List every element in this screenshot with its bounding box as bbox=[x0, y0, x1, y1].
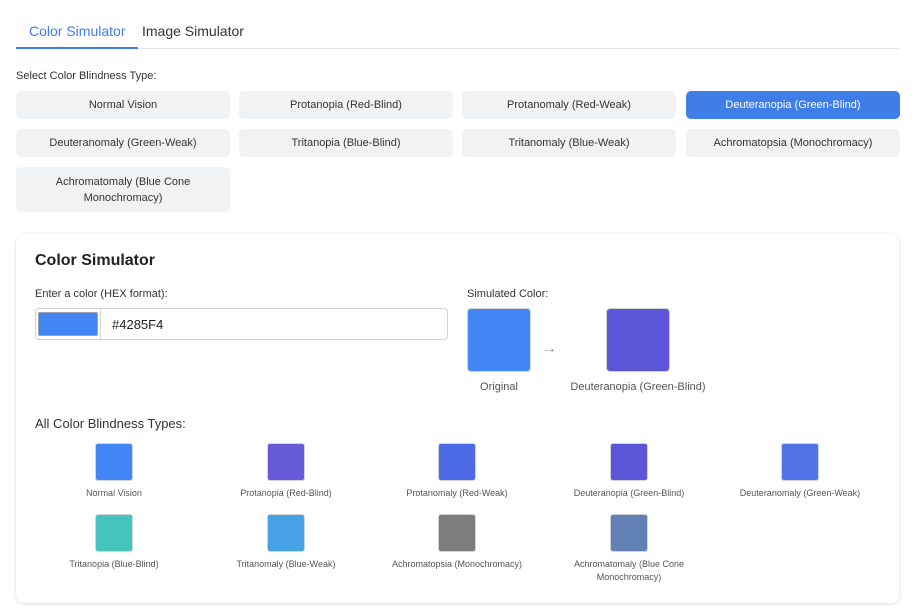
type-preview-normal-vision: Normal Vision bbox=[24, 443, 204, 500]
original-color-swatch bbox=[467, 308, 531, 372]
simulated-color-label: Simulated Color: bbox=[467, 288, 549, 300]
type-button-tritanopia[interactable]: Tritanopia (Blue-Blind) bbox=[239, 129, 453, 157]
type-preview-tritanomaly: Tritanomaly (Blue-Weak) bbox=[196, 514, 376, 571]
tab-image-simulator[interactable]: Image Simulator bbox=[129, 14, 257, 48]
type-preview-caption: Tritanopia (Blue-Blind) bbox=[69, 559, 159, 569]
type-button-achromatopsia[interactable]: Achromatopsia (Monochromacy) bbox=[686, 129, 900, 157]
simulator-title: Color Simulator bbox=[35, 252, 156, 269]
type-preview-swatch bbox=[610, 514, 648, 552]
type-button-tritanomaly[interactable]: Tritanomaly (Blue-Weak) bbox=[462, 129, 676, 157]
type-preview-caption: Normal Vision bbox=[86, 488, 142, 498]
type-preview-caption: Deuteranopia (Green-Blind) bbox=[573, 488, 685, 498]
type-preview-swatch bbox=[267, 514, 305, 552]
type-preview-swatch bbox=[438, 443, 476, 481]
type-preview-swatch bbox=[95, 514, 133, 552]
type-preview-achromatomaly: Achromatomaly (Blue Cone Monochromacy) bbox=[539, 514, 719, 584]
type-preview-caption: Achromatopsia (Monochromacy) bbox=[391, 559, 523, 569]
type-button-protanomaly[interactable]: Protanomaly (Red-Weak) bbox=[462, 91, 676, 119]
type-button-deuteranopia[interactable]: Deuteranopia (Green-Blind) bbox=[686, 91, 900, 119]
arrow-right-icon: → bbox=[541, 340, 557, 357]
type-preview-swatch bbox=[781, 443, 819, 481]
type-preview-caption: Protanomaly (Red-Weak) bbox=[406, 488, 508, 498]
type-preview-swatch bbox=[438, 514, 476, 552]
type-preview-deuteranomaly: Deuteranomaly (Green-Weak) bbox=[710, 443, 890, 500]
type-button-normal-vision[interactable]: Normal Vision bbox=[16, 91, 230, 119]
all-types-title: All Color Blindness Types: bbox=[35, 416, 186, 431]
tab-color-simulator[interactable]: Color Simulator bbox=[16, 14, 139, 49]
type-preview-tritanopia: Tritanopia (Blue-Blind) bbox=[24, 514, 204, 571]
type-preview-swatch bbox=[610, 443, 648, 481]
type-button-achromatomaly[interactable]: Achromatomaly (Blue Cone Monochromacy) bbox=[16, 167, 230, 212]
tab-bar: Color Simulator Image Simulator bbox=[16, 14, 899, 49]
type-preview-protanopia: Protanopia (Red-Blind) bbox=[196, 443, 376, 500]
type-button-protanopia[interactable]: Protanopia (Red-Blind) bbox=[239, 91, 453, 119]
color-picker-swatch[interactable] bbox=[38, 312, 98, 336]
type-preview-swatch bbox=[95, 443, 133, 481]
type-preview-caption: Deuteranomaly (Green-Weak) bbox=[739, 488, 861, 498]
type-selector-label: Select Color Blindness Type: bbox=[16, 70, 157, 82]
simulator-card: Color Simulator Enter a color (HEX forma… bbox=[16, 234, 899, 603]
type-preview-achromatopsia: Achromatopsia (Monochromacy) bbox=[367, 514, 547, 571]
type-button-deuteranomaly[interactable]: Deuteranomaly (Green-Weak) bbox=[16, 129, 230, 157]
type-preview-caption: Achromatomaly (Blue Cone Monochromacy) bbox=[573, 559, 685, 582]
input-divider bbox=[100, 309, 101, 339]
hex-input[interactable] bbox=[102, 310, 442, 338]
type-preview-caption: Tritanomaly (Blue-Weak) bbox=[236, 559, 336, 569]
type-preview-deuteranopia: Deuteranopia (Green-Blind) bbox=[539, 443, 719, 500]
hex-input-label: Enter a color (HEX format): bbox=[35, 288, 168, 300]
original-caption: Original bbox=[480, 381, 518, 393]
type-preview-protanomaly: Protanomaly (Red-Weak) bbox=[367, 443, 547, 500]
type-preview-swatch bbox=[267, 443, 305, 481]
color-input-group bbox=[35, 308, 448, 340]
simulated-color-swatch bbox=[606, 308, 670, 372]
type-preview-caption: Protanopia (Red-Blind) bbox=[240, 488, 332, 498]
simulated-caption: Deuteranopia (Green-Blind) bbox=[570, 381, 706, 393]
